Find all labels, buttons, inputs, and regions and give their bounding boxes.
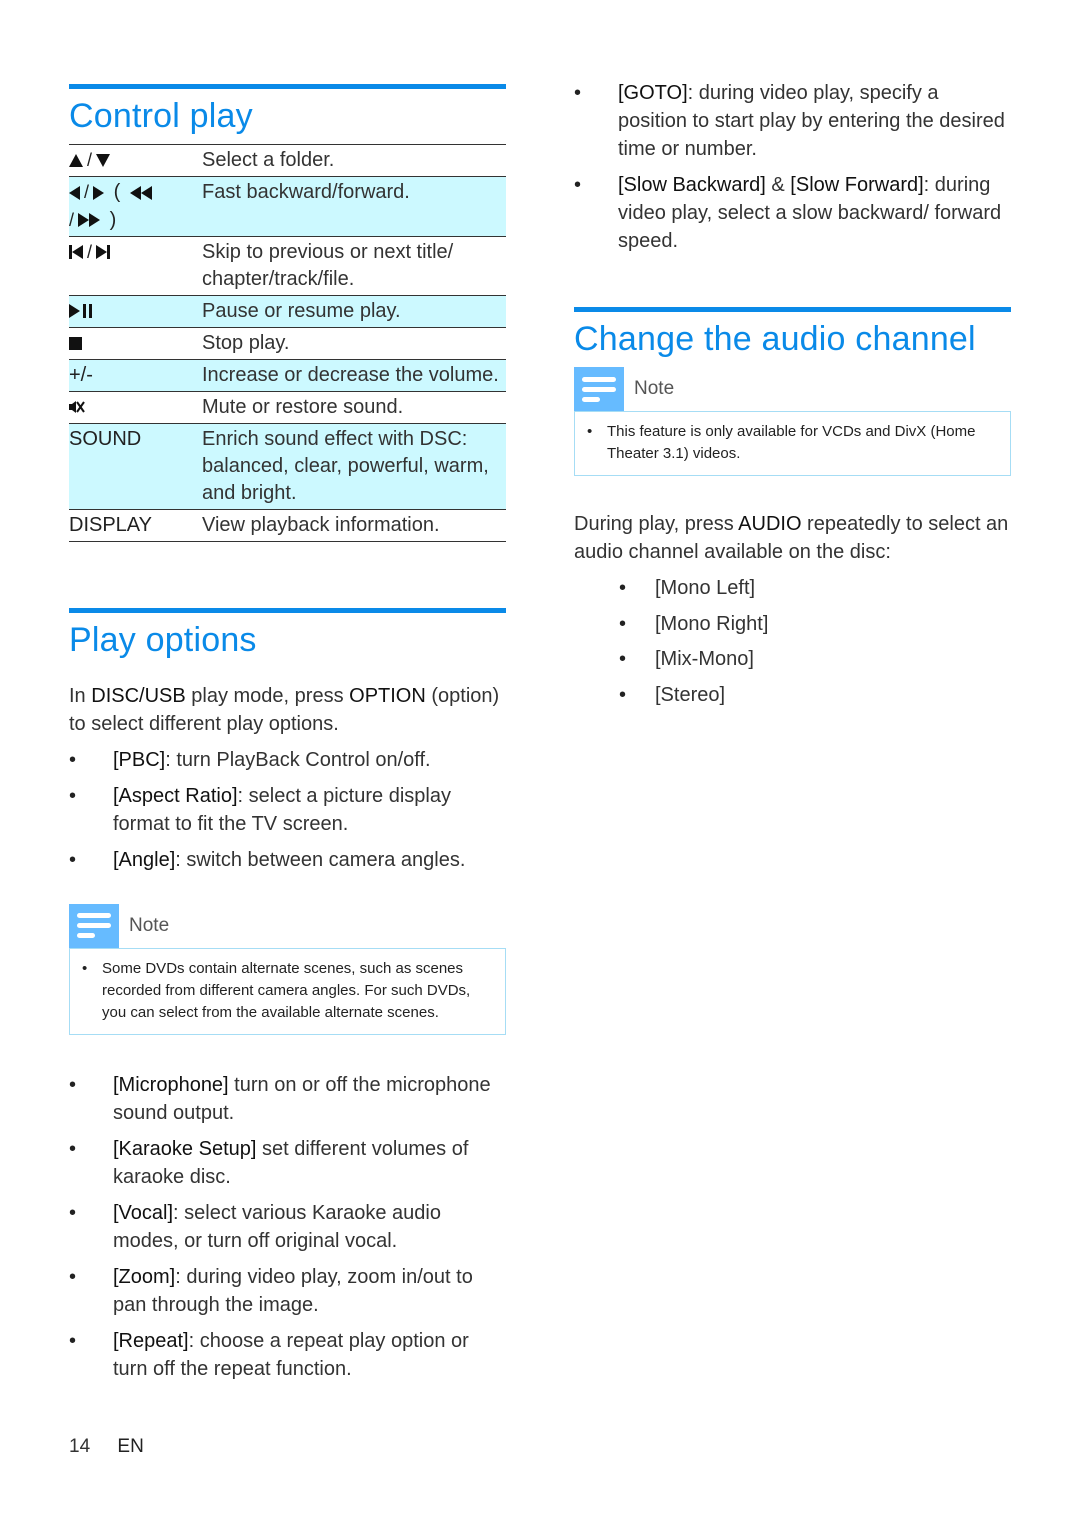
note-item: Some DVDs contain alternate scenes, such…	[78, 958, 497, 1024]
note-label: Note	[634, 378, 675, 399]
down-triangle-icon	[96, 154, 111, 168]
desc-cell: Increase or decrease the volume.	[202, 359, 506, 392]
desc-cell: Enrich sound effect with DSC: balanced, …	[202, 423, 506, 510]
list-item: [Mono Right]	[619, 610, 1011, 638]
stop-icon	[69, 336, 82, 350]
play-options-list: [PBC]: turn PlayBack Control on/off. [As…	[69, 746, 506, 874]
key-cell	[69, 391, 202, 423]
page-number: 14	[69, 1436, 91, 1457]
left-triangle-icon	[69, 185, 80, 200]
key-cell: /	[69, 236, 202, 295]
table-row: Pause or resume play.	[69, 295, 506, 328]
language-code: EN	[117, 1436, 144, 1457]
skip-previous-icon	[69, 241, 83, 263]
control-play-title: Control play	[69, 97, 253, 135]
note-header: Note	[69, 903, 506, 948]
desc-cell: Fast backward/forward.	[202, 176, 506, 237]
table-row: Mute or restore sound.	[69, 391, 506, 423]
list-item: [GOTO]: during video play, specify a pos…	[574, 79, 1011, 163]
desc-cell: View playback information.	[202, 513, 440, 536]
right-column: [GOTO]: during video play, specify a pos…	[574, 0, 1011, 716]
audio-channel-title: Change the audio channel	[574, 320, 976, 358]
section-divider	[69, 84, 506, 89]
table-row: SOUND Enrich sound effect with DSC: bala…	[69, 423, 506, 510]
note-box: Some DVDs contain alternate scenes, such…	[69, 947, 506, 1035]
play-pause-icon	[69, 300, 92, 322]
desc-cell: Skip to previous or next title/ chapter/…	[202, 240, 454, 290]
table-row: / Skip to previous or next title/ chapte…	[69, 236, 506, 295]
list-item: [Karaoke Setup] set different volumes of…	[69, 1135, 506, 1191]
list-item: [PBC]: turn PlayBack Control on/off.	[69, 746, 506, 774]
list-item: [Mix-Mono]	[619, 645, 1011, 673]
table-row: / ( / ) Fast backward/forward.	[69, 176, 506, 237]
key-cell	[69, 295, 202, 328]
desc-cell: Mute or restore sound.	[202, 395, 404, 418]
section-divider	[69, 607, 506, 613]
mute-icon	[69, 401, 85, 414]
note-icon	[69, 903, 119, 948]
list-item: [Repeat]: choose a repeat play option or…	[69, 1327, 506, 1383]
list-item: [Vocal]: select various Karaoke audio mo…	[69, 1199, 506, 1255]
key-cell	[69, 327, 202, 359]
key-cell: DISPLAY	[69, 513, 152, 536]
desc-cell: Select a folder.	[202, 149, 335, 171]
table-row: / Select a folder.	[69, 144, 506, 177]
note-header: Note	[574, 367, 1011, 411]
up-triangle-icon	[69, 154, 83, 168]
play-options-list-3: [GOTO]: during video play, specify a pos…	[574, 79, 1011, 255]
list-item: [Aspect Ratio]: select a picture display…	[69, 782, 506, 838]
key-cell: /	[69, 145, 202, 177]
table-row: DISPLAY View playback information.	[69, 509, 506, 542]
key-cell: SOUND	[69, 423, 202, 510]
skip-next-icon	[96, 241, 111, 263]
right-triangle-icon	[93, 185, 105, 200]
desc-cell: Stop play.	[202, 331, 290, 354]
note-icon	[574, 367, 624, 411]
table-row: +/- Increase or decrease the volume.	[69, 359, 506, 392]
list-item: [Angle]: switch between camera angles.	[69, 846, 506, 874]
list-item: [Mono Left]	[619, 574, 1011, 602]
key-cell: / ( / )	[69, 176, 202, 237]
list-item: [Zoom]: during video play, zoom in/out t…	[69, 1263, 506, 1319]
control-table: / Select a folder. / ( / ) Fast backward…	[69, 144, 506, 542]
table-row: Stop play.	[69, 327, 506, 359]
list-item: [Slow Backward] & [Slow Forward]: during…	[574, 171, 1011, 255]
play-options-list-2: [Microphone] turn on or off the micropho…	[69, 1071, 506, 1383]
audio-channel-intro: During play, press AUDIO repeatedly to s…	[574, 513, 1009, 563]
list-item: [Stereo]	[619, 681, 1011, 709]
audio-channel-options: [Mono Left] [Mono Right] [Mix-Mono] [Ste…	[619, 574, 1011, 709]
desc-cell: Pause or resume play.	[202, 295, 506, 328]
note-item: This feature is only available for VCDs …	[583, 421, 1002, 465]
note-box: This feature is only available for VCDs …	[574, 411, 1011, 476]
page-footer: 14 EN	[69, 1436, 144, 1458]
play-options-intro: In DISC/USB play mode, press OPTION (opt…	[69, 684, 500, 735]
fast-backward-icon	[129, 181, 152, 203]
section-divider	[574, 307, 1011, 312]
key-cell: +/-	[69, 359, 202, 392]
note-label: Note	[129, 914, 170, 936]
fast-forward-icon	[78, 208, 101, 230]
list-item: [Microphone] turn on or off the micropho…	[69, 1071, 506, 1127]
play-options-title: Play options	[69, 620, 257, 659]
left-column: Control play / Select a folder. / ( / ) …	[69, 0, 506, 1391]
